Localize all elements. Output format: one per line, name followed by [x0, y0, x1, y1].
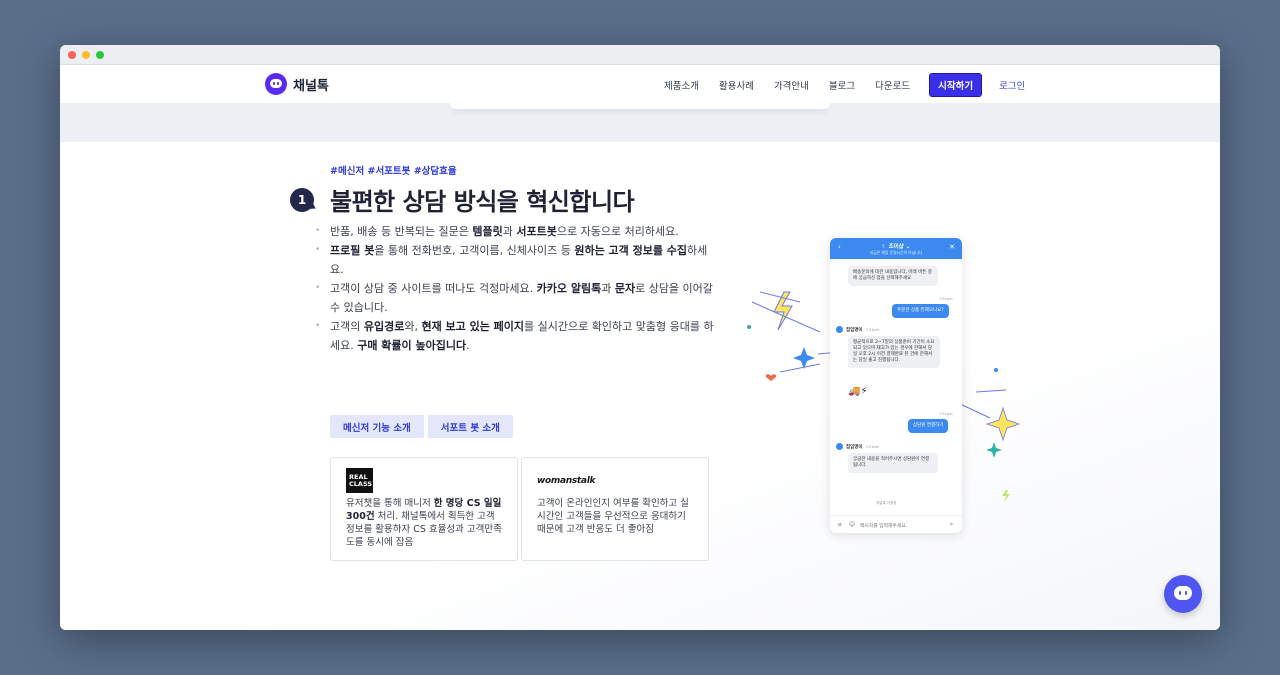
nav-item-blog[interactable]: 블로그 [829, 78, 855, 92]
start-button[interactable]: 시작하기 [929, 73, 983, 97]
case-card-womanstalk[interactable]: womanstalk 고객이 온라인인지 여부를 확인하고 실시간인 고객들을 … [521, 457, 709, 561]
attach-icon[interactable]: ⌀ [838, 521, 842, 528]
hero-bottom-band [60, 103, 1220, 142]
case-text: 고객이 온라인인지 여부를 확인하고 실시간인 고객들을 우선적으로 응대하기 … [537, 498, 689, 535]
deco-line [975, 389, 1007, 393]
list-item: 반품, 배송 등 반복되는 질문은 템플릿과 서포트봇으로 자동으로 처리하세요… [315, 222, 715, 241]
hero-card-edge [450, 103, 830, 109]
emoji-icon[interactable]: ☺ [849, 521, 855, 528]
case-card-realclass[interactable]: REAL CLASS 유저챗을 통해 매니저 한 명당 CS 일일 300건 처… [330, 457, 518, 561]
feature-buttons: 메신저 기능 소개 서포트 봇 소개 [330, 415, 513, 438]
feature-tags: #메신저 #서포트봇 #상담효율 [330, 166, 457, 177]
chat-subtitle: 지금은 채팅 운영시간이 아닙니다 [869, 250, 923, 255]
nav-item-download[interactable]: 다운로드 [875, 78, 910, 92]
sparkle-yellow-icon [985, 406, 1021, 442]
list-item: 고객이 상담 중 사이트를 떠나도 걱정마세요. 카카오 알림톡과 문자로 상담… [315, 279, 715, 317]
bot-avatar-icon [836, 443, 843, 450]
realclass-logo: REAL CLASS [346, 468, 373, 493]
list-item: 프로필 봇을 통해 전화번호, 고객이름, 신체사이즈 등 원하는 고객 정보를… [315, 241, 715, 279]
message-time: 7:51pm [939, 412, 953, 416]
nav-item-cases[interactable]: 활용사례 [719, 78, 754, 92]
nav-menu: 제품소개 활용사례 가격안내 블로그 다운로드 시작하기 로그인 [664, 73, 1025, 97]
close-window-button[interactable] [68, 50, 76, 59]
message-time: 7:51pm [865, 327, 880, 332]
chat-input[interactable]: ⌀ ☺ 메시지를 입력해주세요. ➤ [830, 515, 962, 533]
message-time: 7:51pm [939, 297, 953, 301]
user-message: 상담원 연결하기 [908, 419, 949, 433]
bot-message: 평균적으로 2~7일의 상품준비 기간이 소요되고 있으며 재고가 있는 경우에… [848, 336, 940, 368]
case-text: 유저챗을 통해 매니저 한 명당 CS 일일 300건 처리. 채널톡에서 획득… [346, 498, 502, 548]
truck-lightning-emoji: 🚚⚡ [848, 386, 868, 397]
chat-bubble-icon [1174, 586, 1192, 600]
deco-line [779, 363, 821, 373]
sparkle-teal-icon [986, 442, 1002, 458]
send-icon[interactable]: ➤ [949, 521, 954, 528]
section-heading: 불편한 상담 방식을 혁신합니다 [330, 188, 635, 216]
nav-item-pricing[interactable]: 가격안내 [774, 78, 809, 92]
chat-input-placeholder: 메시지를 입력해주세요. [860, 524, 908, 529]
feature-list: 반품, 배송 등 반복되는 질문은 템플릿과 서포트봇으로 자동으로 처리하세요… [315, 222, 715, 355]
bot-name-row: 집입명이 7:51pm [836, 326, 879, 333]
list-item: 고객의 유입경로와, 현재 보고 있는 페이지를 실시간으로 확인하고 맞춤형 … [315, 317, 715, 355]
nav-item-product[interactable]: 제품소개 [664, 78, 699, 92]
window-titlebar [60, 45, 1220, 65]
womanstalk-logo: womanstalk [537, 476, 596, 486]
bot-avatar-icon [836, 326, 843, 333]
deco-dot [994, 368, 998, 372]
channeltalk-logo-icon [265, 73, 287, 95]
close-icon: ✕ [949, 243, 955, 251]
message-time: 7:51pm [865, 444, 880, 449]
login-link[interactable]: 로그인 [999, 78, 1025, 92]
step-number-badge: 1 [290, 188, 314, 212]
brand-logo[interactable]: 채널톡 [265, 73, 329, 95]
chat-launcher-button[interactable] [1164, 575, 1202, 613]
deco-dot [747, 325, 751, 329]
messenger-intro-button[interactable]: 메신저 기능 소개 [330, 415, 424, 438]
supportbot-intro-button[interactable]: 서포트 봇 소개 [427, 415, 513, 438]
top-nav: 채널톡 제품소개 활용사례 가격안내 블로그 다운로드 시작하기 로그인 [60, 65, 1220, 103]
lightning-small-icon [1002, 490, 1010, 502]
browser-window: 채널톡 제품소개 활용사례 가격안내 블로그 다운로드 시작하기 로그인 #메신… [60, 45, 1220, 630]
chat-preview-phone: ‹ ☾ 조이샵 ⌄ 지금은 채팅 운영시간이 아닙니다 ✕ 배송문의에 대한 내… [830, 238, 962, 533]
bot-message: 배송문의에 대한 내용입니다. 아래 버튼 중에 궁금하신 점을 선택해주세요 [848, 266, 938, 286]
chat-header: ‹ ☾ 조이샵 ⌄ 지금은 채팅 운영시간이 아닙니다 ✕ [830, 238, 962, 259]
bot-message: 궁금한 내용을 적어주시면 상담원이 연결됩니다. [848, 453, 938, 473]
bot-name-row: 집입명이 7:51pm [836, 443, 879, 450]
minimize-window-button[interactable] [82, 50, 90, 59]
powered-by: 채널톡 이용중 [876, 501, 897, 505]
user-message: 주문한 상품 언제오나요? [892, 304, 949, 318]
brand-name: 채널톡 [293, 78, 329, 94]
chat-title: ☾ 조이샵 ⌄ [881, 244, 911, 250]
heart-icon [765, 374, 777, 381]
zoom-window-button[interactable] [96, 50, 104, 59]
feature-section: #메신저 #서포트봇 #상담효율 1 불편한 상담 방식을 혁신합니다 반품, … [60, 142, 1220, 630]
